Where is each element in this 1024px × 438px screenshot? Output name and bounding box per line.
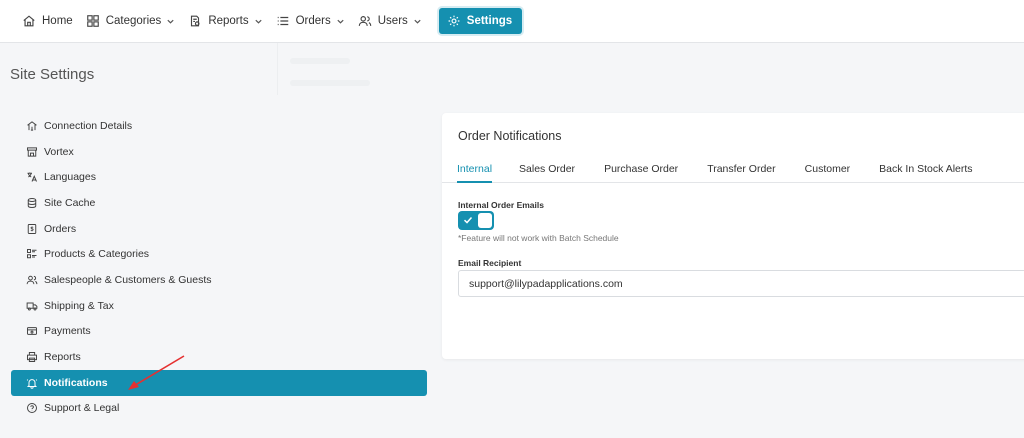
nav-reports[interactable]: Reports (188, 8, 271, 34)
dollar-doc-icon (27, 223, 37, 234)
toggle-knob (478, 213, 492, 228)
internal-emails-label: Internal Order Emails (458, 200, 544, 210)
sidebar-item-languages[interactable]: Languages (11, 164, 427, 190)
nav-reports-label: Reports (208, 15, 249, 27)
sidebar-item-salespeople[interactable]: Salespeople & Customers & Guests (11, 267, 427, 293)
gear-icon (448, 15, 460, 27)
notification-tabs: Internal Sales Order Purchase Order Tran… (442, 159, 1024, 183)
page-title: Site Settings (10, 66, 95, 83)
sidebar-item-orders[interactable]: Orders (11, 216, 427, 242)
sidebar-item-site-cache[interactable]: Site Cache (11, 190, 427, 216)
sidebar-item-reports[interactable]: Reports (11, 344, 427, 370)
sidebar-item-label: Site Cache (44, 196, 96, 209)
connection-icon (27, 121, 37, 131)
batch-schedule-hint: *Feature will not work with Batch Schedu… (458, 233, 619, 243)
chevron-down-icon (337, 19, 344, 24)
nav-home-label: Home (42, 15, 73, 27)
sidebar-item-vortex[interactable]: Vortex (11, 139, 427, 165)
home-icon (23, 15, 35, 27)
tab-purchase-order[interactable]: Purchase Order (604, 159, 678, 183)
bell-icon (26, 378, 38, 389)
nav-home[interactable]: Home (22, 8, 82, 34)
sidebar-item-label: Shipping & Tax (44, 299, 114, 312)
chevron-down-icon (254, 19, 262, 24)
sidebar-item-connection-details[interactable]: Connection Details (11, 113, 427, 139)
translate-icon (27, 172, 37, 182)
truck-icon (26, 302, 38, 311)
faded-line (290, 58, 350, 64)
sidebar-item-label: Orders (44, 222, 77, 235)
sidebar-item-payments[interactable]: Payments (11, 319, 427, 345)
chevron-down-icon (167, 19, 174, 24)
settings-sidebar: Connection Details Vortex Languages Site… (11, 113, 427, 421)
email-recipient-input[interactable] (458, 270, 1024, 297)
sidebar-item-label: Connection Details (44, 119, 133, 132)
sidebar-item-label: Products & Categories (44, 248, 150, 261)
help-icon (27, 403, 37, 414)
sidebar-item-label: Languages (44, 171, 96, 184)
payment-icon (27, 327, 37, 336)
tab-back-in-stock-alerts[interactable]: Back In Stock Alerts (879, 159, 972, 183)
sidebar-item-label: Notifications (44, 376, 108, 389)
check-icon (463, 216, 473, 224)
card-title: Order Notifications (458, 129, 562, 143)
tab-transfer-order[interactable]: Transfer Order (707, 159, 775, 183)
users-icon (26, 275, 38, 285)
list-icon (277, 16, 288, 26)
sidebar-item-label: Vortex (44, 145, 74, 158)
email-recipient-label: Email Recipient (458, 258, 522, 268)
product-list-icon (27, 249, 37, 259)
chevron-down-icon (414, 19, 421, 24)
nav-settings[interactable]: Settings (438, 8, 523, 34)
sidebar-item-label: Salespeople & Customers & Guests (44, 273, 212, 286)
sidebar-item-notifications[interactable]: Notifications (11, 369, 427, 396)
sidebar-item-shipping-tax[interactable]: Shipping & Tax (11, 293, 427, 319)
users-icon (358, 16, 372, 26)
nav-categories[interactable]: Categories (86, 8, 185, 34)
nav-settings-label: Settings (466, 15, 513, 27)
sidebar-item-label: Support & Legal (44, 402, 120, 415)
order-notifications-card: Order Notifications Internal Sales Order… (442, 113, 1024, 359)
grid-icon (86, 15, 99, 27)
nav-categories-label: Categories (105, 15, 162, 27)
printer-icon (27, 352, 37, 363)
nav-orders-label: Orders (295, 15, 331, 27)
tab-sales-order[interactable]: Sales Order (519, 159, 575, 183)
sidebar-item-support-legal[interactable]: Support & Legal (11, 396, 427, 422)
sidebar-item-products-categories[interactable]: Products & Categories (11, 241, 427, 267)
sidebar-item-label: Reports (44, 351, 81, 364)
faded-panel (277, 43, 437, 95)
tab-customer[interactable]: Customer (805, 159, 851, 183)
nav-users[interactable]: Users (358, 8, 431, 34)
store-icon (27, 146, 37, 157)
nav-orders[interactable]: Orders (276, 8, 354, 34)
sidebar-item-label: Payments (44, 325, 91, 338)
database-icon (27, 197, 37, 208)
report-icon (191, 15, 200, 27)
nav-users-label: Users (377, 15, 408, 27)
internal-emails-toggle[interactable] (458, 211, 494, 230)
top-navigation: Home Categories Reports Orders Users Set… (0, 0, 1024, 43)
tab-internal[interactable]: Internal (457, 159, 493, 183)
faded-line (290, 80, 370, 86)
